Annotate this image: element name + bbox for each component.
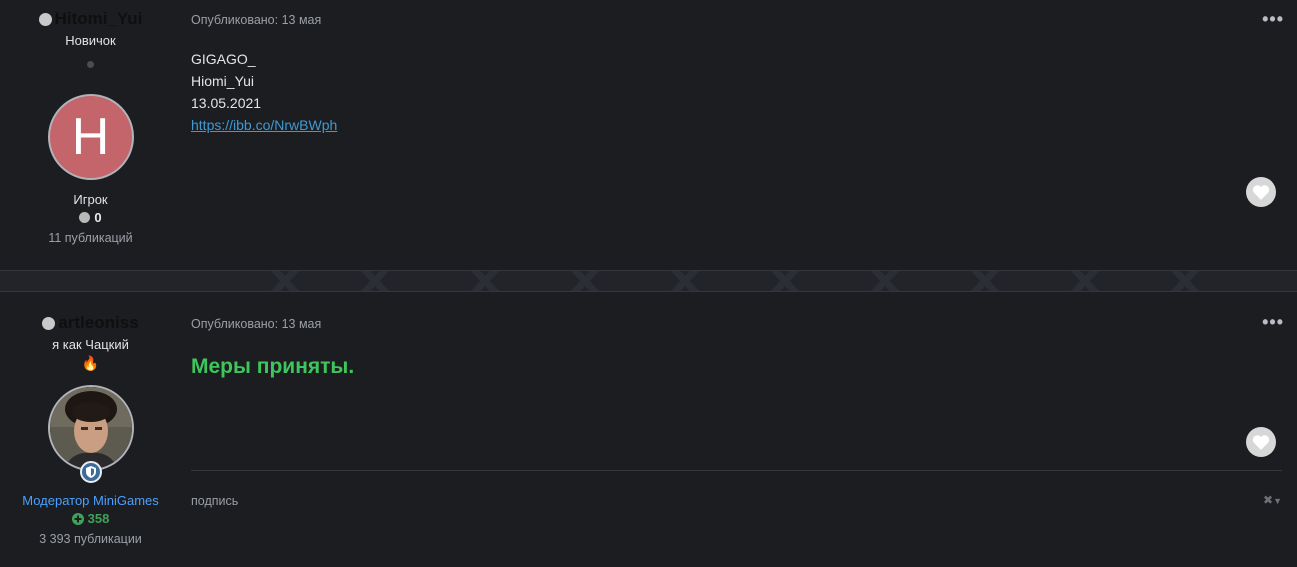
signature-divider — [191, 470, 1282, 471]
body-line: 13.05.2021 — [191, 95, 262, 111]
plus-circle-icon — [71, 512, 84, 525]
rank-pip — [87, 61, 94, 68]
close-icon: ✖ — [1263, 493, 1274, 507]
post-content: Опубликовано: 13 мая GIGAGO_ Hiomi_Yui 1… — [191, 13, 1276, 136]
status-dot-icon — [42, 316, 56, 330]
post-body: GIGAGO_ Hiomi_Yui 13.05.2021 https://ibb… — [191, 48, 1276, 136]
author-group: Игрок — [73, 192, 108, 207]
chevron-down-icon: ▼ — [1273, 496, 1282, 506]
like-button[interactable] — [1246, 177, 1276, 207]
signature-label: подпись — [191, 494, 239, 508]
avatar-photo — [49, 387, 132, 469]
post-hitomi-yui: Hitomi_Yui Новичок H Игрок 0 11 публикац… — [0, 0, 1297, 270]
fire-icon: 🔥 — [81, 355, 100, 371]
avatar-letter: H — [71, 108, 110, 166]
reputation: 0 — [0, 210, 181, 225]
author-name-row[interactable]: artleoniss — [0, 313, 181, 333]
neutral-rep-icon — [79, 212, 91, 223]
shield-glyph — [85, 466, 96, 478]
heart-icon — [1252, 185, 1270, 200]
post-count: 11 публикаций — [48, 231, 133, 245]
reputation-value: 0 — [94, 210, 102, 225]
post-message: Меры приняты. — [191, 355, 355, 378]
heart-icon — [1252, 435, 1270, 450]
post-link[interactable]: https://ibb.co/NrwBWph — [191, 117, 337, 133]
post-menu-button[interactable]: ••• — [1262, 9, 1284, 30]
reputation-value: 358 — [87, 511, 110, 526]
post-content: Опубликовано: 13 мая Меры приняты. — [191, 317, 1276, 379]
author-panel: Hitomi_Yui Новичок H Игрок 0 11 публикац… — [0, 9, 181, 245]
like-button[interactable] — [1246, 427, 1276, 457]
post-artleoniss: artleoniss я как Чацкий 🔥 Модератор Mini… — [0, 292, 1297, 567]
post-count: 3 393 публикации — [39, 532, 142, 546]
post-date[interactable]: Опубликовано: 13 мая — [191, 317, 1276, 331]
shield-icon — [79, 461, 102, 483]
separator-pattern — [270, 271, 1200, 291]
body-line: GIGAGO_ — [191, 51, 256, 67]
reputation: 358 — [0, 511, 181, 526]
author-name[interactable]: Hitomi_Yui — [55, 9, 143, 29]
post-separator — [0, 270, 1297, 292]
avatar[interactable] — [47, 385, 134, 483]
post-menu-button[interactable]: ••• — [1262, 312, 1284, 333]
body-line: Hiomi_Yui — [191, 73, 255, 89]
signature-toggle[interactable]: ✖▼ — [1263, 493, 1282, 507]
author-name-row[interactable]: Hitomi_Yui — [0, 9, 181, 29]
author-title: я как Чацкий — [52, 337, 129, 352]
author-group: Модератор MiniGames — [22, 493, 159, 508]
avatar[interactable]: H — [47, 94, 134, 180]
author-name[interactable]: artleoniss — [58, 313, 138, 333]
author-panel: artleoniss я как Чацкий 🔥 Модератор Mini… — [0, 313, 181, 546]
post-date[interactable]: Опубликовано: 13 мая — [191, 13, 1276, 27]
status-dot-icon — [38, 12, 52, 26]
author-title: Новичок — [65, 33, 116, 48]
